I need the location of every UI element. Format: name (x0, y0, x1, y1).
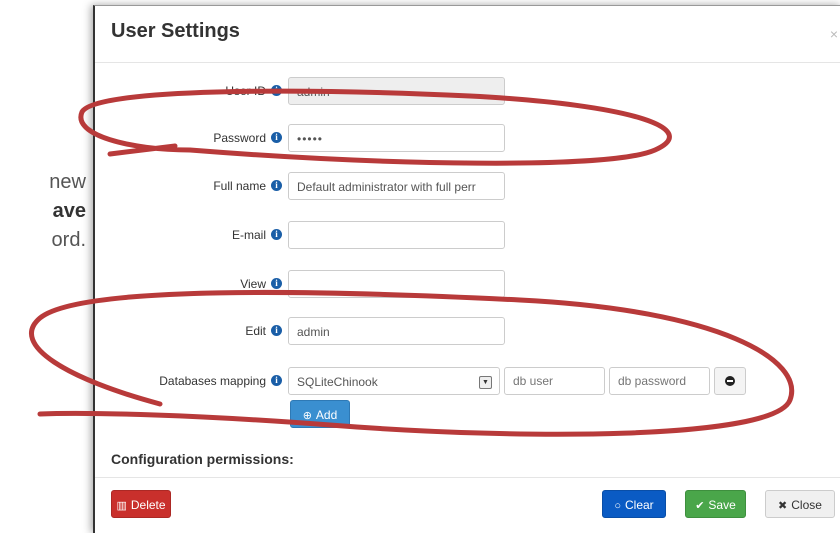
password-input[interactable]: ••••• (288, 124, 505, 152)
trash-icon: ▥ (116, 500, 127, 512)
delete-label: Delete (130, 498, 166, 512)
user-settings-modal: User Settings × User ID i admin Password i… (93, 5, 840, 533)
row-full-name: Full name i (95, 171, 282, 201)
chevron-down-icon[interactable]: ▼ (479, 376, 492, 389)
db-mapping-label: Databases mapping (159, 374, 266, 388)
info-icon[interactable]: i (271, 180, 282, 192)
modal-footer: ▥ Delete ○ Clear ✔ Save ✖ Close (95, 477, 840, 533)
close-x-icon[interactable]: × (830, 26, 838, 42)
row-user-id: User ID i (95, 76, 282, 106)
modal-title: User Settings (111, 20, 240, 42)
remove-mapping-button[interactable] (714, 367, 746, 395)
modal-header: User Settings × (95, 6, 840, 63)
save-button[interactable]: ✔ Save (685, 490, 746, 518)
database-select-value: SQLiteChinook (297, 375, 378, 389)
info-icon[interactable]: i (271, 85, 282, 97)
row-email: E-mail i (95, 220, 282, 250)
database-select[interactable]: SQLiteChinook ▼ (288, 367, 500, 395)
row-edit: Edit i (95, 316, 282, 346)
edit-label: Edit (245, 324, 266, 338)
edit-input[interactable]: admin (288, 317, 505, 345)
bg-line-3: ord. (51, 229, 86, 251)
plus-circle-icon: ⊕ (302, 410, 312, 422)
full-name-label: Full name (213, 179, 266, 193)
row-password: Password i (95, 123, 282, 153)
info-icon[interactable]: i (271, 278, 282, 290)
row-db-mapping: Databases mapping i (95, 366, 282, 396)
db-user-input[interactable] (504, 367, 605, 395)
email-input[interactable] (288, 221, 505, 249)
bg-line-2: ave (52, 200, 86, 222)
clear-button[interactable]: ○ Clear (602, 490, 666, 518)
clear-label: Clear (624, 498, 654, 512)
add-mapping-button[interactable]: ⊕ Add (290, 400, 350, 428)
password-label: Password (213, 131, 266, 145)
info-icon[interactable]: i (271, 375, 282, 387)
background-slide-text: new ave ord. (0, 168, 92, 255)
close-label: Close (791, 498, 822, 512)
row-view: View i (95, 269, 282, 299)
circle-icon: ○ (614, 500, 621, 512)
check-icon: ✔ (695, 500, 705, 512)
view-input[interactable] (288, 270, 505, 298)
info-icon[interactable]: i (271, 229, 282, 241)
close-button[interactable]: ✖ Close (765, 490, 835, 518)
minus-circle-icon (725, 376, 735, 386)
close-icon: ✖ (778, 500, 788, 512)
user-id-label: User ID (225, 84, 266, 98)
section-title: Configuration permissions: (111, 451, 294, 467)
email-label: E-mail (231, 228, 266, 242)
db-password-input[interactable] (609, 367, 710, 395)
user-id-input[interactable]: admin (288, 77, 505, 105)
bg-line-1: new (49, 171, 86, 193)
view-label: View (240, 277, 266, 291)
info-icon[interactable]: i (271, 132, 282, 144)
info-icon[interactable]: i (271, 325, 282, 337)
save-label: Save (708, 498, 736, 512)
delete-button[interactable]: ▥ Delete (111, 490, 171, 518)
full-name-input[interactable]: Default administrator with full perr (288, 172, 505, 200)
add-mapping-label: Add (315, 408, 338, 422)
